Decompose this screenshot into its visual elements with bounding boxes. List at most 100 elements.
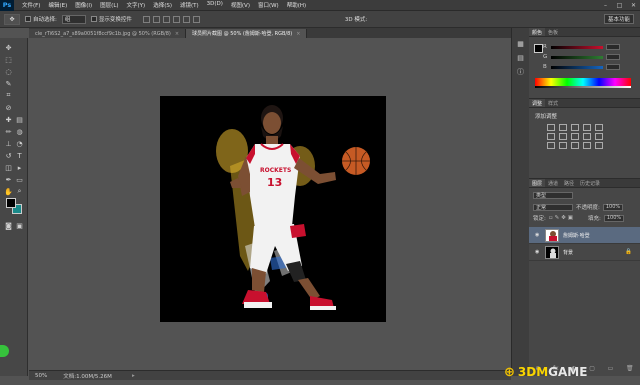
eyedropper-tool-icon[interactable]: ⊘ [3, 102, 14, 113]
menu-item[interactable]: 选择(S) [149, 1, 176, 9]
visibility-eye-icon[interactable]: ◉ [535, 232, 541, 238]
align-top-icon[interactable] [142, 15, 150, 23]
color-slider-row[interactable]: R [543, 44, 620, 50]
layer-name[interactable]: 背景 [563, 249, 573, 256]
tab-channels[interactable]: 通道 [545, 179, 561, 187]
workspace-switcher[interactable]: 基本功能 [604, 14, 634, 24]
vibrance-icon[interactable] [595, 124, 603, 131]
history-brush-tool-icon[interactable]: ↺ [3, 150, 14, 161]
selective-color-icon[interactable] [595, 142, 603, 149]
posterize-icon[interactable] [559, 142, 567, 149]
menu-item[interactable]: 窗口(W) [254, 1, 283, 9]
layer-kind-filter[interactable]: 类型 [533, 192, 573, 199]
document-tab[interactable]: cle_rTi6S2_a7_s89a0051f8ccf9c1b.jpg @ 50… [29, 29, 187, 38]
layer-row[interactable]: ◉ 詹姆斯·哈登 [529, 227, 640, 244]
tab-history[interactable]: 历史记录 [577, 179, 603, 187]
exposure-icon[interactable] [583, 124, 591, 131]
slider-track[interactable] [551, 45, 603, 49]
menu-item[interactable]: 帮助(H) [283, 1, 310, 9]
properties-panel-icon[interactable]: ▤ [515, 52, 526, 63]
pen-tool-icon[interactable]: ✒ [3, 174, 14, 185]
path-select-tool-icon[interactable]: ▸ [14, 162, 25, 173]
slider-value-input[interactable] [606, 44, 620, 50]
close-tab-icon[interactable]: × [175, 31, 179, 37]
menu-item[interactable]: 图层(L) [96, 1, 122, 9]
menu-item[interactable]: 图像(I) [71, 1, 96, 9]
menu-item[interactable]: 视图(V) [227, 1, 254, 9]
menu-item[interactable]: 文件(F) [18, 1, 44, 9]
blend-mode-select[interactable]: 正常 [533, 203, 573, 211]
layer-row[interactable]: ◉ 背景 🔒 [529, 244, 640, 261]
blur-tool-icon[interactable]: ◍ [14, 126, 25, 137]
show-transform-checkbox[interactable] [90, 16, 97, 22]
auto-select-dropdown[interactable]: 组 [61, 14, 86, 24]
align-left-icon[interactable] [172, 15, 180, 23]
document-canvas[interactable]: ROCKETS 13 [160, 96, 386, 322]
healing-brush-tool-icon[interactable]: ✚ [3, 114, 14, 125]
black-white-icon[interactable] [571, 133, 579, 140]
invert-icon[interactable] [547, 142, 555, 149]
tab-styles[interactable]: 样式 [545, 99, 561, 107]
slider-track[interactable] [551, 55, 603, 59]
align-bottom-icon[interactable] [162, 15, 170, 23]
layer-name[interactable]: 詹姆斯·哈登 [563, 232, 590, 239]
clone-stamp-tool-icon[interactable]: ⊥ [3, 138, 14, 149]
brush-tool-icon[interactable]: ✏ [3, 126, 14, 137]
move-tool-preset[interactable]: ✥ [4, 13, 20, 25]
tab-swatches[interactable]: 色板 [545, 28, 561, 36]
tab-paths[interactable]: 路径 [561, 179, 577, 187]
show-transform-option[interactable]: 显示变换控件 [90, 15, 132, 23]
foreground-color-swatch[interactable] [6, 198, 16, 208]
zoom-level[interactable]: 50% [35, 373, 47, 379]
slider-value-input[interactable] [606, 64, 620, 70]
color-slider-row[interactable]: G [543, 54, 620, 60]
close-window-button[interactable]: ✕ [629, 1, 638, 9]
curves-icon[interactable] [571, 124, 579, 131]
lock-icons[interactable]: ▫✎✥▣ [549, 215, 575, 221]
auto-select-option[interactable]: 自动选择: [25, 15, 57, 23]
hue-saturation-icon[interactable] [547, 133, 555, 140]
threshold-icon[interactable] [571, 142, 579, 149]
move-tool-icon[interactable]: ✥ [3, 42, 14, 53]
lasso-tool-icon[interactable]: ◌ [3, 66, 14, 77]
visibility-eye-icon[interactable]: ◉ [535, 249, 541, 255]
tab-color[interactable]: 颜色 [529, 28, 546, 36]
quick-mask-icon[interactable]: ◙ [3, 220, 14, 231]
photo-filter-icon[interactable] [583, 133, 591, 140]
shape-tool-icon[interactable]: ▭ [14, 174, 25, 185]
opacity-input[interactable]: 100% [602, 203, 624, 211]
color-balance-icon[interactable] [559, 133, 567, 140]
marquee-tool-icon[interactable]: ⬚ [3, 54, 14, 65]
gradient-tool-icon[interactable]: ▤ [14, 114, 25, 125]
status-menu-arrow-icon[interactable]: ▸ [132, 373, 135, 379]
menu-item[interactable]: 滤镜(T) [176, 1, 203, 9]
minimize-button[interactable]: – [601, 1, 610, 9]
levels-icon[interactable] [559, 124, 567, 131]
crop-tool-icon[interactable]: ⌗ [3, 90, 14, 101]
dodge-tool-icon[interactable]: ◔ [14, 138, 25, 149]
screen-mode-icon[interactable]: ▣ [14, 220, 25, 231]
menu-item[interactable]: 3D(D) [203, 1, 227, 9]
slider-track[interactable] [551, 65, 603, 69]
maximize-button[interactable]: □ [615, 1, 624, 9]
menu-item[interactable]: 文字(Y) [123, 1, 150, 9]
channel-mixer-icon[interactable] [595, 133, 603, 140]
tab-layers[interactable]: 图层 [529, 179, 546, 187]
grayscale-ramp[interactable] [535, 86, 631, 88]
history-panel-icon[interactable]: ▦ [515, 38, 526, 49]
align-middle-icon[interactable] [152, 15, 160, 23]
fill-input[interactable]: 100% [603, 214, 625, 222]
hand-tool-icon[interactable]: ✋ [3, 186, 14, 197]
document-tab-active[interactable]: 球员照片截图 @ 50% (詹姆斯·哈登, RGB/8) × [186, 29, 308, 38]
tab-adjustments[interactable]: 调整 [529, 99, 546, 107]
brightness-contrast-icon[interactable] [547, 124, 555, 131]
color-slider-row[interactable]: B [543, 64, 620, 70]
quick-select-tool-icon[interactable]: ✎ [3, 78, 14, 89]
slider-value-input[interactable] [606, 54, 620, 60]
close-tab-icon[interactable]: × [296, 31, 300, 37]
color-panel-foreground[interactable] [534, 44, 543, 53]
align-center-icon[interactable] [182, 15, 190, 23]
color-spectrum-bar[interactable] [535, 78, 631, 86]
align-right-icon[interactable] [192, 15, 200, 23]
zoom-tool-icon[interactable]: ⌕ [14, 186, 25, 197]
